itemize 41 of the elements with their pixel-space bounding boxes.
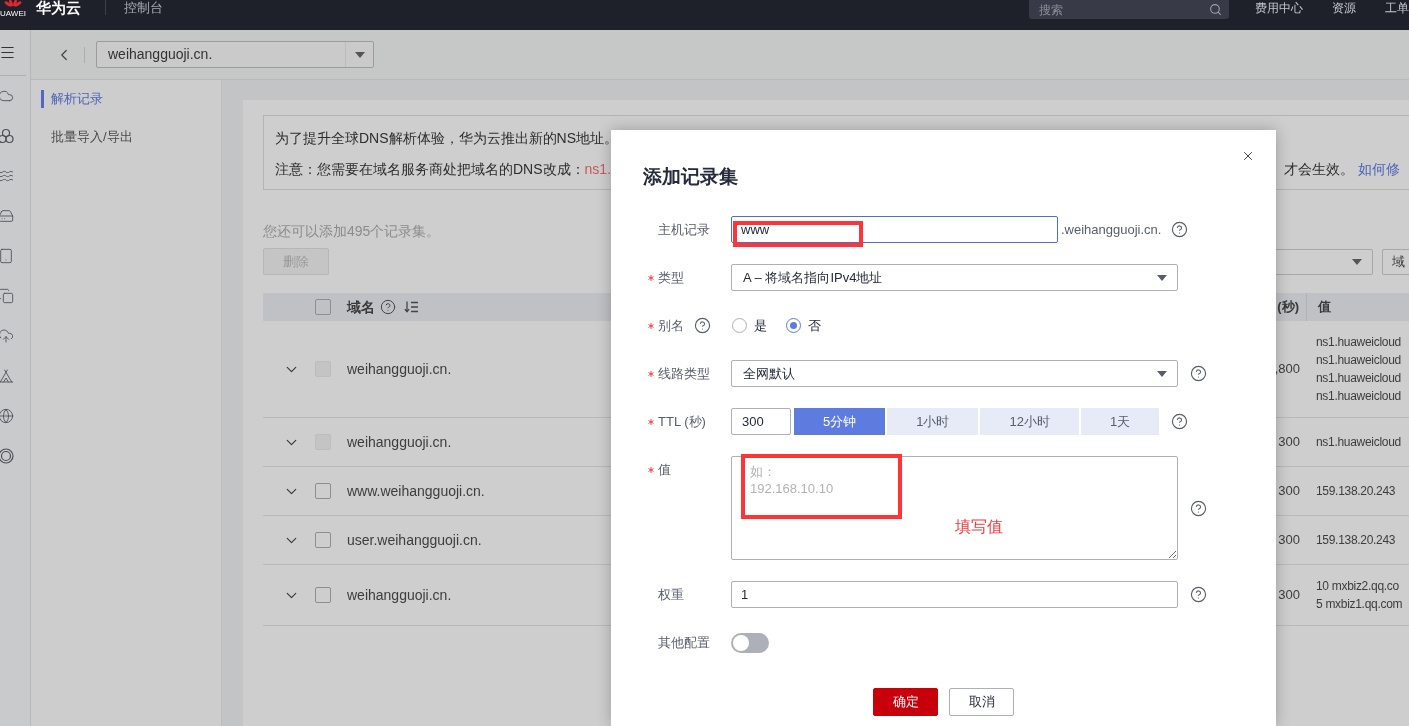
table-cell-text: ns1.huaweicloud xyxy=(1316,352,1402,369)
table-cell: user.weihangguoji.cn. xyxy=(347,531,482,549)
table-cell-text: ,800 xyxy=(1274,360,1301,378)
field-label: TTL (秒) xyxy=(658,412,706,431)
field-label: 值 xyxy=(658,461,671,479)
table-cell-text: ns1.huaweicloud xyxy=(1316,370,1402,387)
notice-text: 注意：您需要在域名服务商处把域名的DNS改成：ns1. xyxy=(275,160,612,179)
table-cell: weihangguoji.cn. xyxy=(347,586,452,604)
radio-label: 否 xyxy=(808,316,821,335)
field-label: 其他配置 xyxy=(658,633,710,652)
table-cell-text: 300 xyxy=(1278,433,1301,451)
table-cell-text: ns1.huaweicloud xyxy=(1316,388,1402,405)
table-cell-text: ns1.huaweicloud xyxy=(1316,334,1402,351)
table-cell-text: 300 xyxy=(1278,482,1301,500)
table-cell-text: ns1.huaweicloud xyxy=(1316,434,1402,451)
field-label: 线路类型 xyxy=(658,364,710,383)
table-cell-text: 300 xyxy=(1278,531,1301,549)
table-cell-text: 159.138.20.243 xyxy=(1316,483,1397,500)
table-cell-text: 159.138.20.243 xyxy=(1316,532,1397,549)
table-cell: www.weihangguoji.cn. xyxy=(347,482,485,500)
field-label: 主机记录 xyxy=(658,220,710,239)
table-cell: weihangguoji.cn. xyxy=(347,360,452,378)
brand-name: 华为云 xyxy=(36,0,81,16)
table-cell: weihangguoji.cn. xyxy=(347,433,452,451)
notice-text: 才会生效。 xyxy=(1284,160,1354,179)
table-cell-text: 10 mxbiz2.qq.co xyxy=(1316,578,1400,595)
logo-text: UAWEI xyxy=(0,9,26,18)
column-header: 值 xyxy=(1318,298,1331,317)
table-cell-text: 300 xyxy=(1278,586,1301,604)
field-label: 类型 xyxy=(658,268,684,287)
domain-suffix: .weihangguoji.cn. xyxy=(1061,220,1162,239)
notice-text: 为了提升全球DNS解析体验，华为云推出新的NS地址。 xyxy=(275,129,618,148)
dialog-title: 添加记录集 xyxy=(643,166,738,188)
table-cell-text: 5 mxbiz1.qq.com xyxy=(1316,596,1404,613)
quota-text: 您还可以添加495个记录集。 xyxy=(263,222,441,241)
annotation-note-overlay: 填写值 xyxy=(955,517,1003,537)
radio-label: 是 xyxy=(754,316,767,335)
field-label: 权重 xyxy=(658,585,684,604)
field-label: 别名 xyxy=(658,316,684,335)
column-header: 域名 xyxy=(347,297,375,317)
column-header: (秒) xyxy=(1277,298,1299,317)
